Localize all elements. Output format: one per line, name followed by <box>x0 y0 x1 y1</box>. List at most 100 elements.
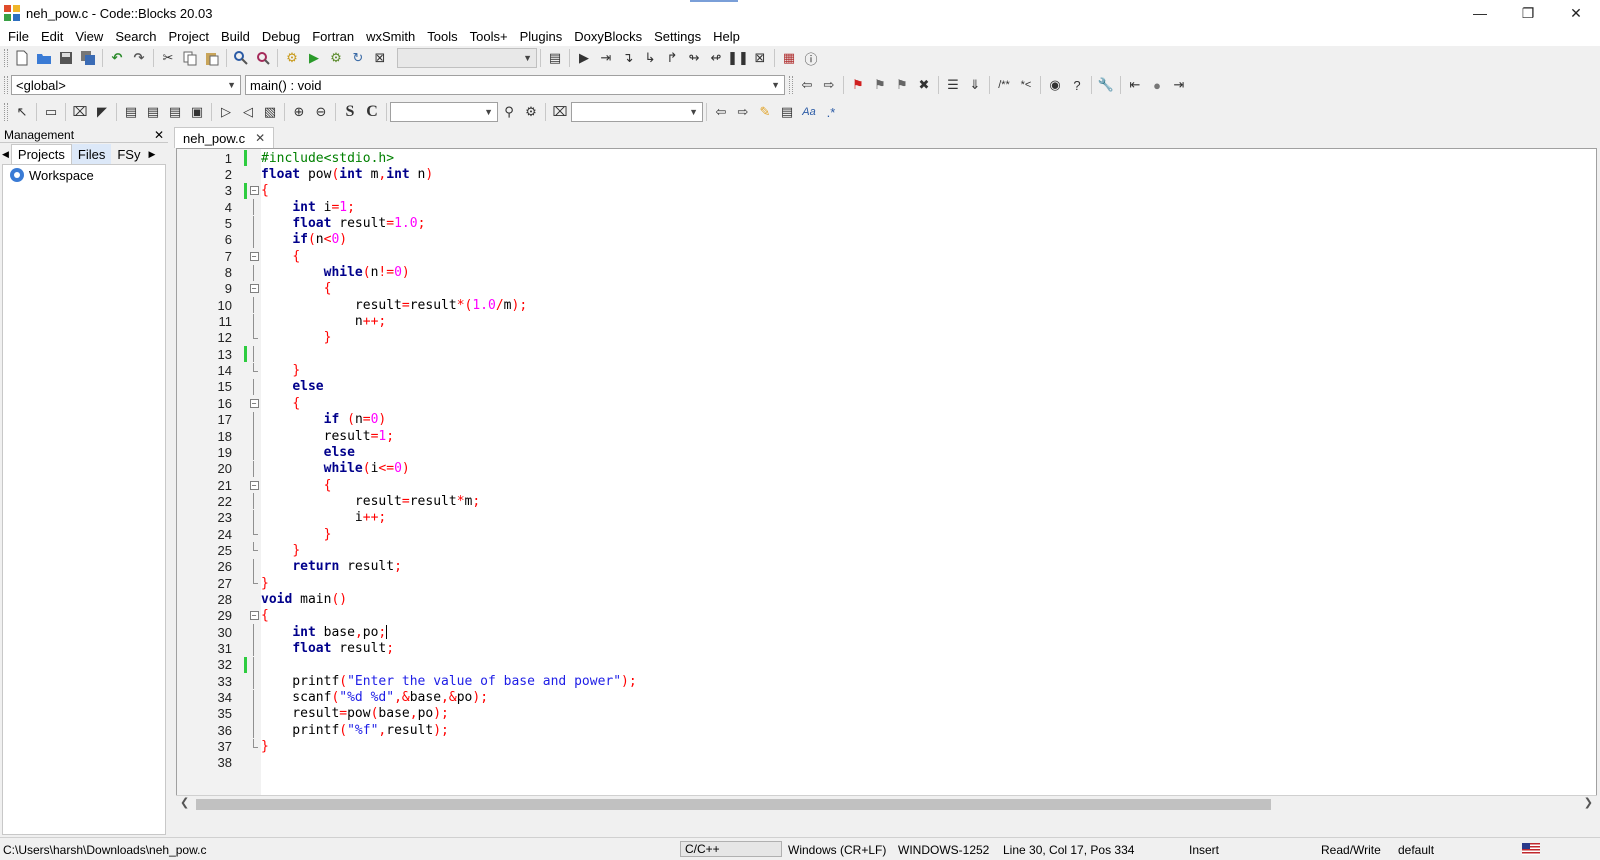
save-button[interactable] <box>55 47 77 69</box>
search-go-button[interactable]: ⚲ <box>498 101 520 123</box>
menu-tools[interactable]: Tools <box>421 29 463 44</box>
change-marker-button[interactable]: ● <box>1146 74 1168 96</box>
menu-fortran[interactable]: Fortran <box>306 29 360 44</box>
close-panel-icon[interactable]: ✕ <box>154 128 164 142</box>
run-to-cursor-button[interactable]: ⇥ <box>595 47 617 69</box>
code-line[interactable]: 17 if (n=0) <box>177 411 1596 428</box>
code-line[interactable]: 33 printf("Enter the value of base and p… <box>177 673 1596 690</box>
run-button[interactable]: ▶ <box>303 47 325 69</box>
menu-edit[interactable]: Edit <box>35 29 69 44</box>
rect-tool-button[interactable]: ▭ <box>40 101 62 123</box>
scroll-left-icon[interactable]: ❮ <box>180 796 189 809</box>
code-line[interactable]: 22 result=result*m; <box>177 493 1596 510</box>
selected-text-button[interactable]: ▤ <box>776 101 798 123</box>
fold-toggle-icon[interactable]: − <box>249 395 259 411</box>
code-line[interactable]: 18 result=1; <box>177 428 1596 445</box>
redo-button[interactable]: ↷ <box>128 47 150 69</box>
code-line[interactable]: 9 − { <box>177 281 1596 297</box>
diagram-tri-button[interactable]: ◤ <box>91 101 113 123</box>
code-line[interactable]: 27} <box>177 575 1596 591</box>
search-next-button[interactable]: ⇨ <box>732 101 754 123</box>
fold-toggle-icon[interactable]: − <box>249 248 259 264</box>
doxy-extract-button[interactable]: ⇓ <box>964 74 986 96</box>
undo-button[interactable]: ↶ <box>106 47 128 69</box>
code-line[interactable]: 4 int i=1; <box>177 199 1596 216</box>
horizontal-scrollbar[interactable]: ❮ ❯ <box>176 795 1597 812</box>
menu-help[interactable]: Help <box>707 29 746 44</box>
code-line[interactable]: 25 } <box>177 542 1596 558</box>
restore-button[interactable]: ❐ <box>1504 0 1552 26</box>
step-out-button[interactable]: ↱ <box>661 47 683 69</box>
code-line[interactable]: 28 void main() <box>177 591 1596 607</box>
menu-build[interactable]: Build <box>215 29 256 44</box>
flow-a-button[interactable]: ▤ <box>120 101 142 123</box>
shape-a-button[interactable]: ▷ <box>215 101 237 123</box>
zoom-out-button[interactable]: ⊖ <box>310 101 332 123</box>
paste-button[interactable] <box>201 47 223 69</box>
toggle-bookmark-button[interactable]: ⚑ <box>847 74 869 96</box>
jump-forward-button[interactable]: ⇨ <box>818 74 840 96</box>
zoom-in-button[interactable]: ⊕ <box>288 101 310 123</box>
regex-button[interactable]: .* <box>820 101 842 123</box>
debug-windows-button[interactable]: ▦ <box>778 47 800 69</box>
code-line[interactable]: 12 } <box>177 329 1596 346</box>
code-line[interactable]: 20 while(i<=0) <box>177 460 1596 477</box>
step-instruction-button[interactable]: ↫ <box>705 47 727 69</box>
code-line[interactable]: 34 scanf("%d %d",&base,&po); <box>177 689 1596 706</box>
tab-files[interactable]: Files <box>71 144 112 164</box>
tab-scroll-right-icon[interactable]: ▶ <box>146 149 157 160</box>
code-line[interactable]: 13 <box>177 346 1596 363</box>
new-file-button[interactable] <box>11 47 33 69</box>
code-line[interactable]: 8 while(n!=0) <box>177 264 1596 281</box>
code-line[interactable]: 38 <box>177 755 1596 771</box>
fold-toggle-icon[interactable]: − <box>249 183 259 199</box>
scope-select[interactable]: <global> ▼ <box>11 75 241 95</box>
code-line[interactable]: 5 float result=1.0; <box>177 215 1596 232</box>
toolbar-grip[interactable] <box>789 76 793 94</box>
menu-doxyblocks[interactable]: DoxyBlocks <box>568 29 648 44</box>
line-comment-button[interactable]: *< <box>1015 74 1037 96</box>
replace-button[interactable] <box>252 47 274 69</box>
code-line[interactable]: 7 − { <box>177 248 1596 264</box>
code-line[interactable]: 35 result=pow(base,po); <box>177 705 1596 722</box>
menu-view[interactable]: View <box>69 29 109 44</box>
code-line[interactable]: 31 float result; <box>177 640 1596 657</box>
cut-button[interactable]: ✂ <box>157 47 179 69</box>
code-line[interactable]: 6 if(n<0) <box>177 231 1596 248</box>
doxy-help-button[interactable]: ? <box>1066 74 1088 96</box>
code-line[interactable]: 24 } <box>177 526 1596 542</box>
menu-search[interactable]: Search <box>109 29 162 44</box>
shape-c-button[interactable]: ▧ <box>259 101 281 123</box>
diagram-box-button[interactable]: ⌧ <box>69 101 91 123</box>
s-button[interactable]: S <box>339 101 361 123</box>
incremental-search-combo[interactable]: ▼ <box>571 102 703 122</box>
menu-settings[interactable]: Settings <box>648 29 707 44</box>
abort-button[interactable]: ⊠ <box>369 47 391 69</box>
search-options-button[interactable]: ⚙ <box>520 101 542 123</box>
prev-change-button[interactable]: ⇤ <box>1124 74 1146 96</box>
code-line[interactable]: 32 <box>177 656 1596 673</box>
code-line[interactable]: 11 n++; <box>177 313 1596 330</box>
clear-search-button[interactable]: ⌧ <box>549 101 571 123</box>
code-line[interactable]: 26 return result; <box>177 558 1596 575</box>
prev-bookmark-button[interactable]: ⚑ <box>869 74 891 96</box>
build-target-select[interactable]: ▼ <box>397 48 537 68</box>
next-change-button[interactable]: ⇥ <box>1168 74 1190 96</box>
code-editor[interactable]: 1 #include<stdio.h> 2 float pow(int m,int n… <box>176 148 1597 810</box>
toolbar-grip[interactable] <box>4 76 8 94</box>
save-all-button[interactable] <box>77 47 99 69</box>
find-button[interactable] <box>230 47 252 69</box>
code-line[interactable]: 36 printf("%f",result); <box>177 722 1596 739</box>
next-line-button[interactable]: ↴ <box>617 47 639 69</box>
flow-c-button[interactable]: ▤ <box>164 101 186 123</box>
code-line[interactable]: 29 −{ <box>177 608 1596 624</box>
toolbar-grip[interactable] <box>4 49 8 67</box>
code-line[interactable]: 30 int base,po; <box>177 624 1596 641</box>
debug-info-button[interactable]: ⓘ <box>800 47 822 69</box>
search-combo[interactable]: ▼ <box>390 102 498 122</box>
tab-projects[interactable]: Projects <box>10 144 72 164</box>
code-line[interactable]: 3 −{ <box>177 182 1596 199</box>
open-button[interactable] <box>33 47 55 69</box>
menu-wxsmith[interactable]: wxSmith <box>360 29 421 44</box>
pointer-tool-button[interactable]: ↖ <box>11 101 33 123</box>
